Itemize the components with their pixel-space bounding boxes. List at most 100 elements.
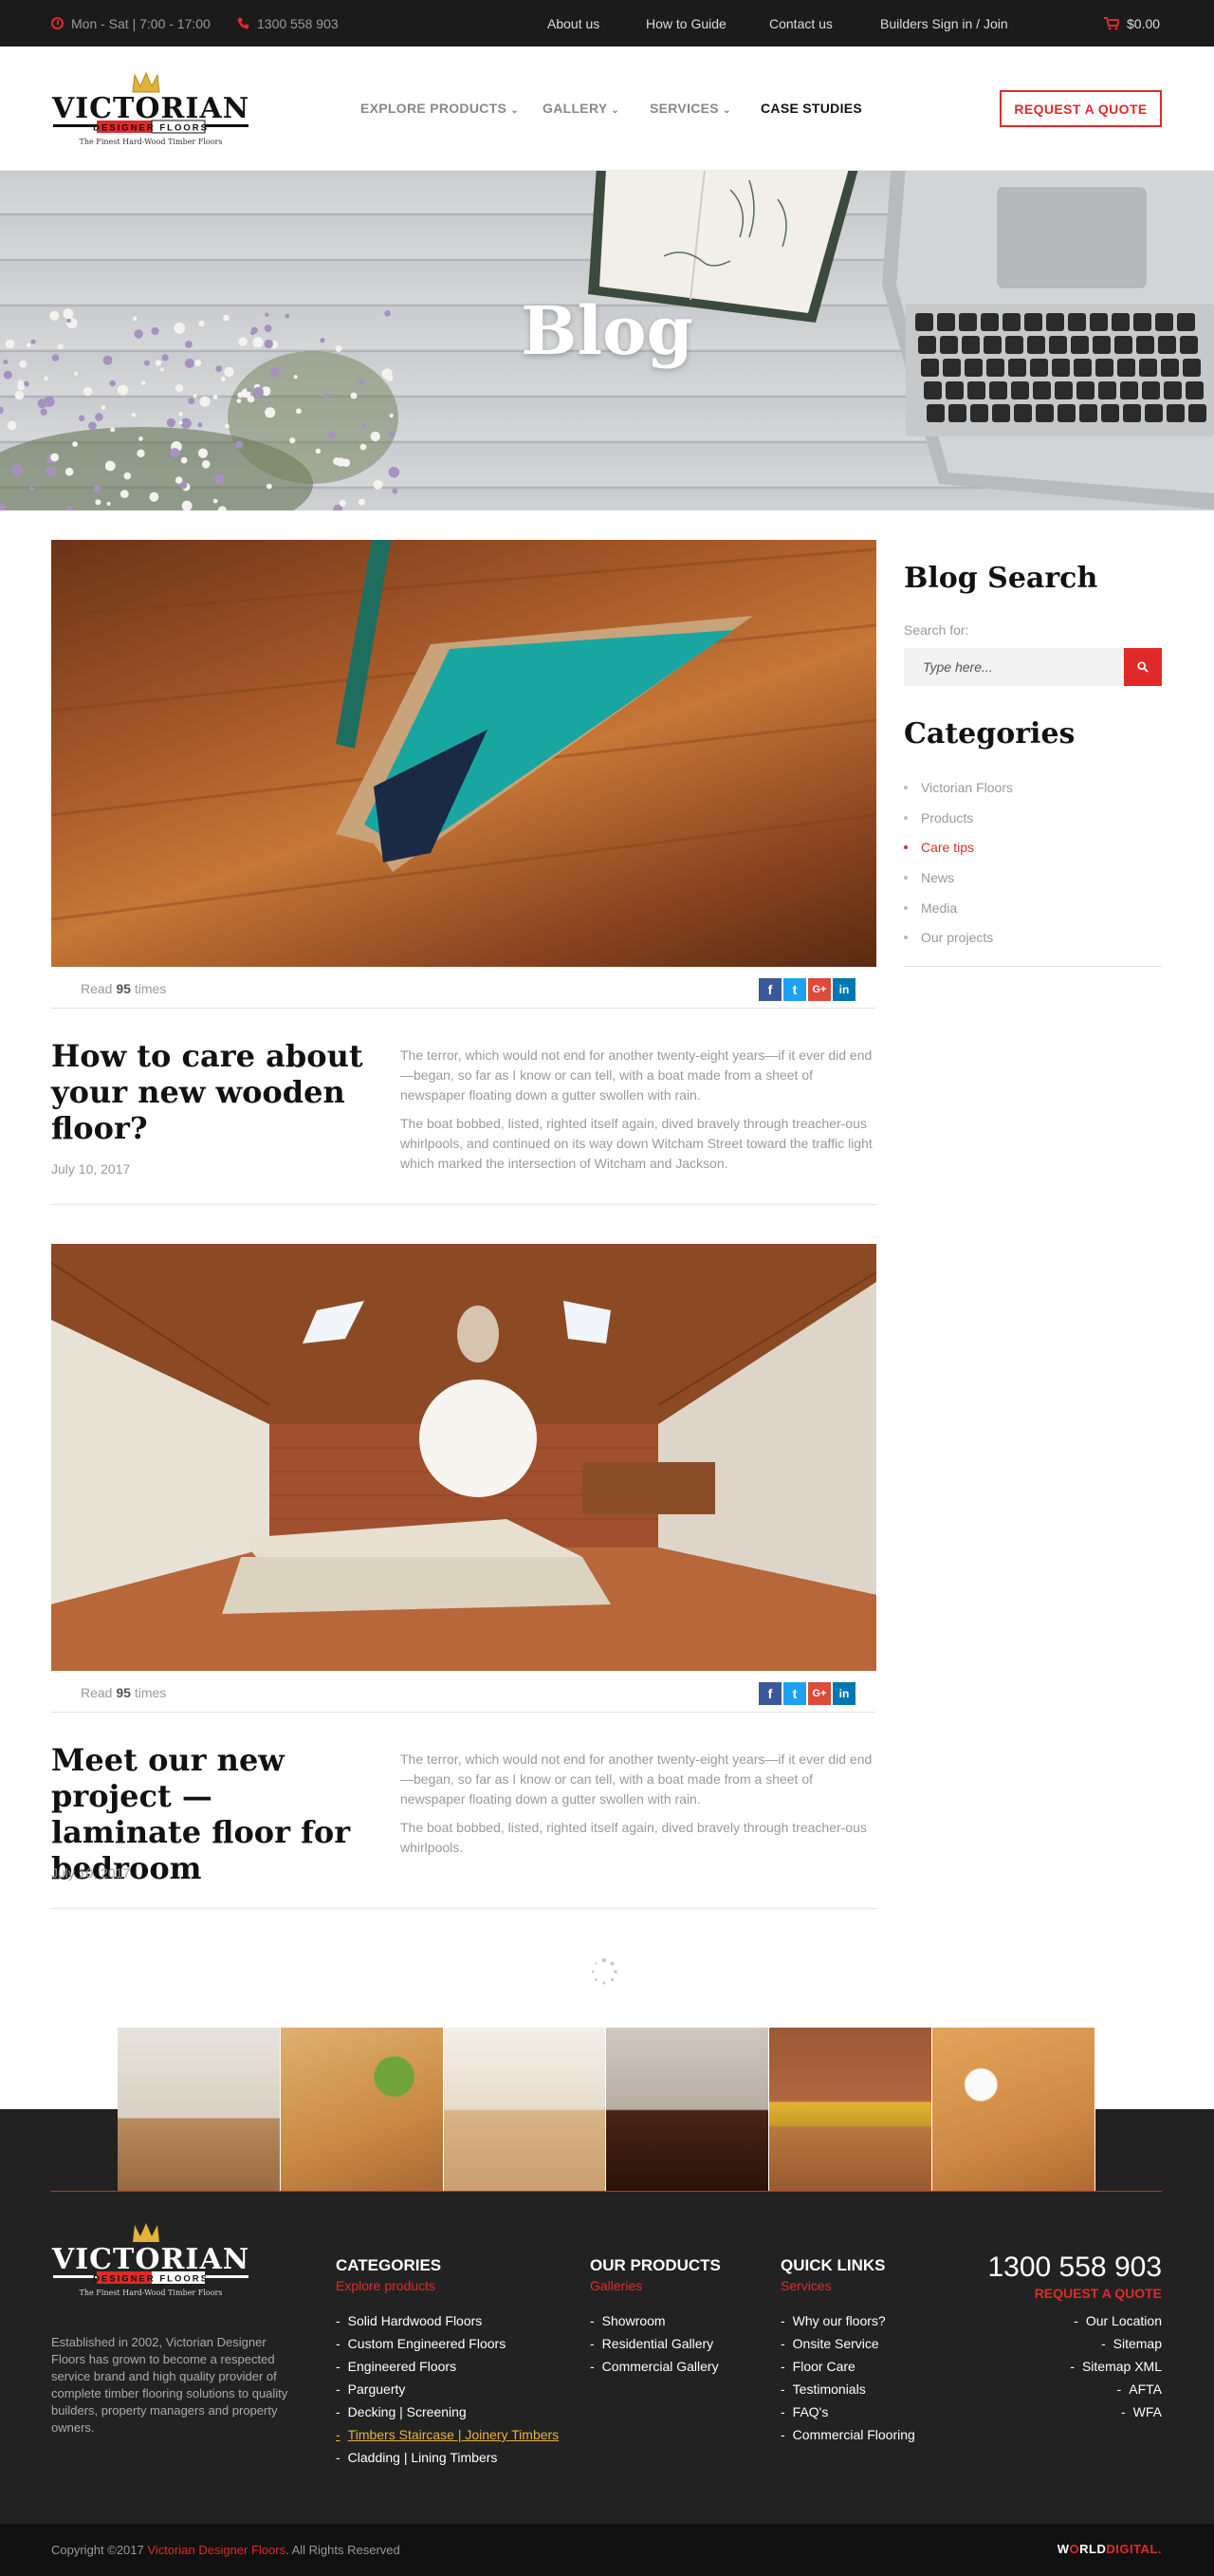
category-item[interactable]: Products xyxy=(904,803,1162,833)
search-input[interactable] xyxy=(904,648,1122,686)
nav-case-studies[interactable]: CASE STUDIES xyxy=(761,101,862,116)
footer-link[interactable]: Floor Care xyxy=(781,2355,915,2378)
nav-gallery[interactable]: GALLERY ⌄ xyxy=(543,101,619,116)
twitter-icon[interactable]: t xyxy=(783,1682,806,1705)
mop-illustration xyxy=(51,540,876,921)
footer-link[interactable]: Cladding | Lining Timbers xyxy=(336,2446,559,2469)
post-image[interactable] xyxy=(51,540,876,967)
bedroom-illustration xyxy=(51,1244,876,1671)
footer-categories-list: Solid Hardwood Floors Custom Engineered … xyxy=(336,2309,560,2469)
footer-link[interactable]: FAQ's xyxy=(781,2400,915,2423)
post-paragraph: The terror, which would not end for anot… xyxy=(400,1047,873,1103)
footer-link[interactable]: Testimonials xyxy=(781,2378,915,2400)
copyright-bar: Copyright ©2017 Victorian Designer Floor… xyxy=(0,2524,1214,2576)
category-item[interactable]: Victorian Floors xyxy=(904,772,1162,803)
footer-link[interactable]: Onsite Service xyxy=(781,2332,915,2355)
footer-quick-list: Why our floors? Onsite Service Floor Car… xyxy=(781,2309,915,2446)
footer-phone[interactable]: 1300 558 903 xyxy=(987,2252,1162,2284)
footer-link[interactable]: Sitemap XML xyxy=(972,2355,1162,2378)
gallery-thumb[interactable] xyxy=(769,2028,933,2191)
gallery-thumb[interactable] xyxy=(443,2028,607,2191)
gallery-thumb[interactable] xyxy=(932,2028,1095,2191)
post-image[interactable] xyxy=(51,1244,876,1671)
category-item[interactable]: Our projects xyxy=(904,922,1162,953)
footer-logo-name: VICTORIAN xyxy=(51,2243,249,2276)
twitter-icon[interactable]: t xyxy=(783,978,806,1001)
linkedin-icon[interactable]: in xyxy=(833,1682,855,1705)
hero-banner: Blog xyxy=(0,171,1214,510)
copyright-brand-link[interactable]: Victorian Designer Floors xyxy=(147,2543,285,2557)
footer-link[interactable]: AFTA xyxy=(972,2378,1162,2400)
post-excerpt: The terror, which would not end for anot… xyxy=(400,1046,876,1182)
gallery-thumb[interactable] xyxy=(280,2028,444,2191)
footer-link-hover[interactable]: Timbers Staircase | Joinery Timbers xyxy=(336,2423,560,2446)
google-plus-icon[interactable]: G+ xyxy=(808,978,831,1001)
footer-link[interactable]: Residential Gallery xyxy=(590,2332,719,2355)
post-divider xyxy=(51,1204,876,1205)
loading-spinner-icon xyxy=(591,1957,617,1985)
footer-logo[interactable]: VICTORIAN DESIGNER FLOORS The Finest Har… xyxy=(51,2221,250,2311)
footer-link[interactable]: Why our floors? xyxy=(781,2309,915,2332)
footer-link[interactable]: Custom Engineered Floors xyxy=(336,2332,559,2355)
post-excerpt: The terror, which would not end for anot… xyxy=(400,1750,876,1866)
post-paragraph: The boat bobbed, listed, righted itself … xyxy=(400,1116,873,1171)
footer-products-list: Showroom Residential Gallery Commercial … xyxy=(590,2309,719,2378)
post-date: July 10, 2017 xyxy=(51,1865,131,1881)
footer-categories-sub[interactable]: Explore products xyxy=(336,2278,435,2293)
facebook-icon[interactable]: f xyxy=(759,1682,782,1705)
footer-link[interactable]: Parguerty xyxy=(336,2378,559,2400)
footer-logo-sub: DESIGNER FLOORS xyxy=(93,2274,209,2285)
category-item-active[interactable]: Care tips xyxy=(904,832,1162,862)
footer-products-heading: OUR PRODUCTS xyxy=(590,2256,721,2274)
request-quote-button[interactable]: REQUEST A QUOTE xyxy=(1000,90,1162,127)
categories-heading: Categories xyxy=(904,717,1076,751)
chevron-down-icon: ⌄ xyxy=(611,105,620,116)
category-item[interactable]: Media xyxy=(904,893,1162,923)
main-nav: EXPLORE PRODUCTS ⌄ GALLERY ⌄ SERVICES ⌄ … xyxy=(0,0,1214,171)
search-icon xyxy=(1137,661,1149,673)
footer-categories-heading: CATEGORIES xyxy=(336,2256,442,2274)
footer-logo-tagline: The Finest Hard-Wood Timber Floors xyxy=(80,2289,223,2297)
post-paragraph: The boat bobbed, listed, righted itself … xyxy=(400,1820,867,1855)
footer-quick-sub[interactable]: Services xyxy=(781,2278,832,2293)
footer-link[interactable]: Commercial Flooring xyxy=(781,2423,915,2446)
sidebar-divider xyxy=(904,966,1162,967)
nav-explore-products[interactable]: EXPLORE PRODUCTS ⌄ xyxy=(360,101,519,116)
post-title[interactable]: How to care about your new wooden floor? xyxy=(51,1038,364,1146)
facebook-icon[interactable]: f xyxy=(759,978,782,1001)
footer-request-quote[interactable]: REQUEST A QUOTE xyxy=(1035,2286,1162,2301)
linkedin-icon[interactable]: in xyxy=(833,978,855,1001)
developer-credit[interactable]: WORLDDIGITAL. xyxy=(1058,2542,1162,2556)
footer-contact-list: Our Location Sitemap Sitemap XML AFTA WF… xyxy=(972,2309,1162,2423)
post-meta: Read 95 times f t G+ in xyxy=(51,1671,876,1713)
footer-link[interactable]: Our Location xyxy=(972,2309,1162,2332)
gallery-strip xyxy=(118,2028,1095,2191)
google-plus-icon[interactable]: G+ xyxy=(808,1682,831,1705)
footer-link[interactable]: Commercial Gallery xyxy=(590,2355,719,2378)
footer-link[interactable]: Showroom xyxy=(590,2309,719,2332)
blog-search-heading: Blog Search xyxy=(904,562,1098,595)
chevron-down-icon: ⌄ xyxy=(510,105,520,116)
main-header: VICTORIAN DESIGNER FLOORS The Finest Har… xyxy=(0,46,1214,171)
category-item[interactable]: News xyxy=(904,862,1162,893)
footer-link[interactable]: WFA xyxy=(972,2400,1162,2423)
gallery-thumb[interactable] xyxy=(118,2028,281,2191)
copyright-text: Copyright ©2017 Victorian Designer Floor… xyxy=(51,2543,400,2557)
post-divider xyxy=(51,1908,876,1909)
search-button[interactable] xyxy=(1124,648,1162,686)
gallery-thumb[interactable] xyxy=(606,2028,770,2191)
nav-services[interactable]: SERVICES ⌄ xyxy=(650,101,731,116)
search-label: Search for: xyxy=(904,622,969,638)
hero-title: Blog xyxy=(521,291,693,370)
footer-products-sub[interactable]: Galleries xyxy=(590,2278,642,2293)
chevron-down-icon: ⌄ xyxy=(723,105,731,116)
footer-quick-heading: QUICK LINKS xyxy=(781,2256,886,2274)
share-buttons: f t G+ in xyxy=(759,978,855,1001)
footer-link[interactable]: Solid Hardwood Floors xyxy=(336,2309,559,2332)
footer-link[interactable]: Sitemap xyxy=(972,2332,1162,2355)
footer-link[interactable]: Engineered Floors xyxy=(336,2355,559,2378)
read-count: Read 95 times xyxy=(81,981,167,996)
footer-link[interactable]: Decking | Screening xyxy=(336,2400,559,2423)
post-paragraph: The terror, which would not end for anot… xyxy=(400,1751,873,1807)
footer-description: Established in 2002, Victorian Designer … xyxy=(51,2335,288,2435)
